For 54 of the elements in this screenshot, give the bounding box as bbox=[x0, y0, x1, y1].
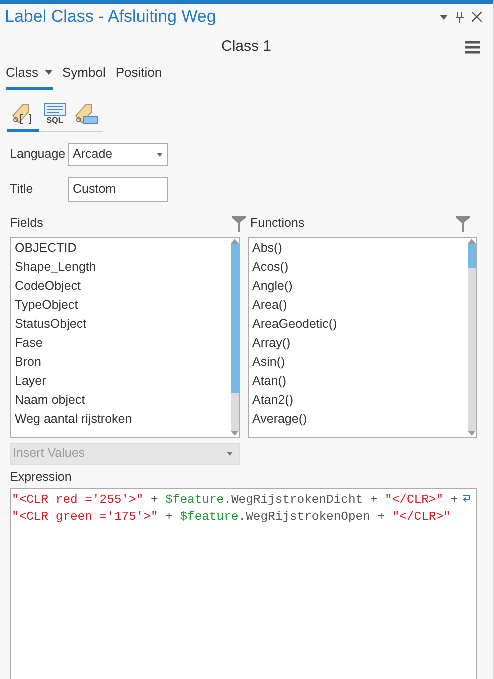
list-item[interactable]: OBJECTID bbox=[15, 238, 230, 258]
scroll-up-arrow-icon[interactable] bbox=[468, 238, 476, 244]
word-wrap-icon[interactable] bbox=[462, 495, 472, 504]
list-item[interactable]: Atan2() bbox=[252, 390, 468, 410]
section-label: Expression bbox=[10, 468, 73, 486]
scroll-thumb[interactable] bbox=[230, 244, 238, 394]
expression-editor[interactable]: "<CLR red ='255'>" + $feature.WegRijstrokenDicht + "</CLR>" + "<CLR green ='175'>" + $feature.WegRijstrokenOpen + "</CLR>" bbox=[10, 488, 477, 679]
class-title: Class 1 bbox=[221, 36, 272, 57]
list-item[interactable]: Abs() bbox=[252, 238, 468, 258]
list-item[interactable]: Atan() bbox=[252, 372, 468, 390]
code-line: "<CLR green ='175'>" + $feature.WegRijstrokenOpen + "</CLR>" bbox=[12, 509, 451, 526]
list-item[interactable]: TypeObject bbox=[15, 296, 230, 314]
dropdown-icon[interactable] bbox=[440, 14, 448, 20]
code-line: "<CLR red ='255'>" + $feature.WegRijstrokenDicht + "</CLR>" + bbox=[12, 492, 458, 510]
filter-icon[interactable] bbox=[456, 216, 470, 232]
section-label: Fields bbox=[10, 215, 44, 232]
section-label: Functions bbox=[250, 215, 305, 232]
list-item[interactable]: Asin() bbox=[252, 352, 468, 372]
scrollbar[interactable] bbox=[230, 238, 238, 436]
tab[interactable]: Symbol bbox=[62, 63, 106, 90]
list-item[interactable]: Shape_Length bbox=[15, 258, 230, 276]
list-item[interactable]: Average() bbox=[252, 410, 468, 428]
scroll-down-arrow-icon[interactable] bbox=[230, 430, 238, 436]
caret-icon bbox=[157, 152, 163, 156]
title-input[interactable]: Custom bbox=[68, 176, 168, 202]
scroll-thumb[interactable] bbox=[468, 244, 476, 268]
list-item[interactable]: StatusObject bbox=[15, 314, 230, 334]
list-item[interactable]: Bron bbox=[15, 352, 230, 372]
caret-icon bbox=[227, 452, 233, 456]
pin-icon[interactable] bbox=[456, 12, 464, 22]
scrollbar[interactable] bbox=[468, 238, 476, 436]
list-item[interactable]: Naam object bbox=[15, 390, 230, 410]
list-item[interactable]: Fase bbox=[15, 334, 230, 352]
scroll-down-arrow-icon[interactable] bbox=[468, 430, 476, 436]
tab[interactable]: Class bbox=[6, 63, 53, 90]
list-item[interactable]: Layer bbox=[15, 372, 230, 390]
tag-table-icon bbox=[74, 102, 100, 126]
field-label: Title bbox=[10, 180, 34, 198]
list-item[interactable]: Angle() bbox=[252, 276, 468, 296]
close-icon[interactable] bbox=[472, 12, 482, 22]
tab[interactable]: Position bbox=[116, 63, 162, 90]
list-item[interactable]: Weg aantal rijstroken bbox=[15, 410, 230, 428]
list-item[interactable]: Acos() bbox=[252, 258, 468, 276]
scroll-up-arrow-icon[interactable] bbox=[230, 238, 238, 244]
subtab[interactable]: SQL bbox=[39, 100, 71, 132]
field-label: Language bbox=[10, 146, 67, 164]
list-item[interactable]: Area() bbox=[252, 296, 468, 314]
list-item[interactable]: CodeObject bbox=[15, 276, 230, 296]
filter-icon[interactable] bbox=[232, 216, 246, 232]
list-item[interactable]: Array() bbox=[252, 334, 468, 352]
menu-icon[interactable] bbox=[465, 40, 480, 54]
language-dropdown[interactable]: Arcade bbox=[68, 143, 168, 166]
window-title: Label Class - Afsluiting Weg bbox=[5, 6, 216, 28]
list-item[interactable]: AreaGeodetic() bbox=[252, 314, 468, 334]
